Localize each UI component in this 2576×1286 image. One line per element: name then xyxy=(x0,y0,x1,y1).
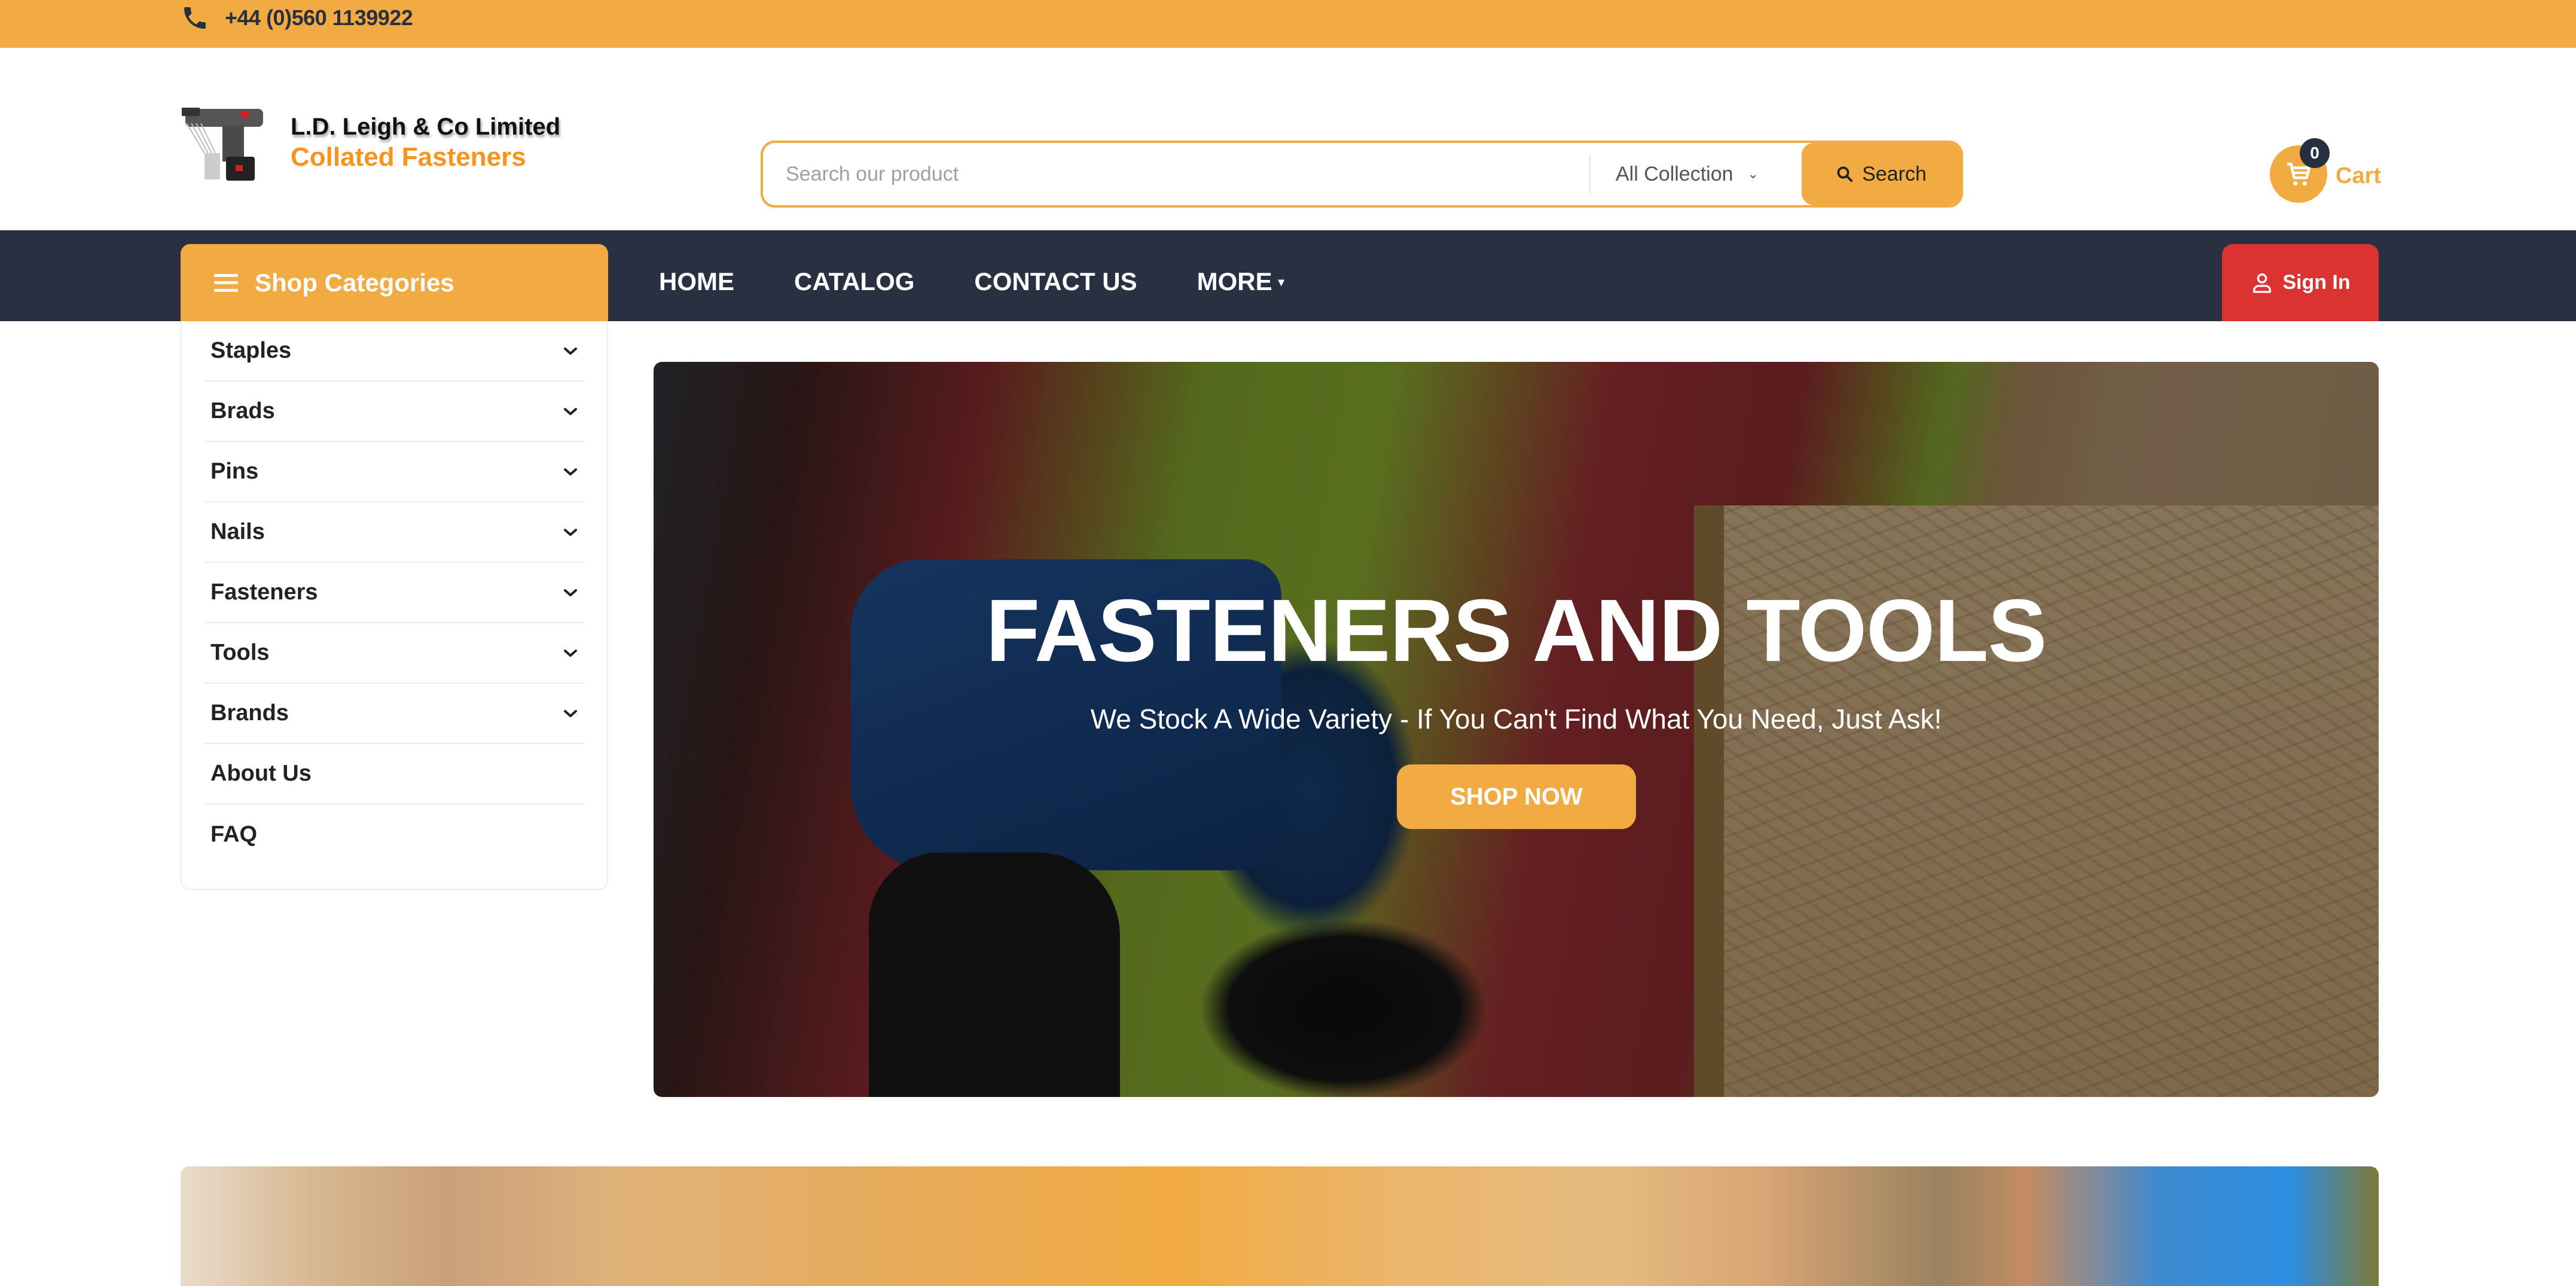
nail-gun-logo-icon xyxy=(182,108,263,181)
collection-select-value: All Collection xyxy=(1616,162,1733,185)
cart-label: Cart xyxy=(2336,163,2382,188)
sidebar-item-tools[interactable]: Tools xyxy=(205,623,584,684)
search-bar: All Collection ⌄ Search xyxy=(761,141,1963,208)
logo-company-name: L.D. Leigh & Co Limited xyxy=(291,114,561,140)
nav-catalog-label: CATALOG xyxy=(794,267,915,295)
sidebar-item-faq[interactable]: FAQ xyxy=(205,804,584,865)
chevron-down-icon xyxy=(564,649,577,657)
nav-links: HOME CATALOG CONTACT US MORE ▾ xyxy=(659,230,1284,321)
phone-contact[interactable]: +44 (0)560 1139922 xyxy=(181,4,413,32)
hero-content: FASTENERS AND TOOLS We Stock A Wide Vari… xyxy=(654,362,2379,1097)
sidebar-item-label: Nails xyxy=(210,519,265,544)
hero-banner: FASTENERS AND TOOLS We Stock A Wide Vari… xyxy=(654,362,2379,1097)
top-bar: +44 (0)560 1139922 xyxy=(0,0,2576,48)
chevron-down-icon xyxy=(564,468,577,476)
sidebar-item-staples[interactable]: Staples xyxy=(205,321,584,382)
chevron-down-icon: ⌄ xyxy=(1747,166,1759,181)
sidebar-item-nails[interactable]: Nails xyxy=(205,502,584,563)
chevron-down-icon xyxy=(564,347,577,355)
nav-catalog[interactable]: CATALOG xyxy=(794,267,914,296)
shop-categories-button[interactable]: Shop Categories xyxy=(181,244,608,321)
sidebar-item-label: FAQ xyxy=(210,822,258,847)
sidebar-item-label: Fasteners xyxy=(210,580,318,605)
chevron-down-icon xyxy=(564,589,577,596)
sidebar-item-label: Staples xyxy=(210,338,292,363)
nav-more-label: MORE xyxy=(1197,267,1272,295)
sidebar-item-label: Pins xyxy=(210,459,259,484)
sidebar-item-brands[interactable]: Brands xyxy=(205,684,584,744)
nav-contact-us-label: CONTACT US xyxy=(974,267,1137,295)
sidebar-item-label: Brands xyxy=(210,700,289,726)
hamburger-icon xyxy=(214,273,238,292)
phone-icon xyxy=(184,7,206,29)
user-icon xyxy=(2253,273,2272,293)
search-button[interactable]: Search xyxy=(1802,143,1961,205)
search-divider xyxy=(1589,155,1591,193)
sidebar-item-brads[interactable]: Brads xyxy=(205,382,584,442)
sidebar-item-about-us[interactable]: About Us xyxy=(205,744,584,804)
nav-home[interactable]: HOME xyxy=(659,267,734,296)
hero-title: FASTENERS AND TOOLS xyxy=(985,581,2047,680)
category-sidebar: Staples Brads Pins Nails Fasteners Tools… xyxy=(181,321,608,890)
phone-number: +44 (0)560 1139922 xyxy=(225,5,413,30)
header: L.D. Leigh & Co Limited Collated Fastene… xyxy=(0,48,2576,230)
search-icon xyxy=(1837,166,1853,182)
sidebar-item-pins[interactable]: Pins xyxy=(205,442,584,502)
sign-in-label: Sign In xyxy=(2282,271,2351,294)
search-button-label: Search xyxy=(1862,162,1927,185)
main-navbar: Shop Categories HOME CATALOG CONTACT US … xyxy=(0,230,2576,321)
cart-icon-wrapper: 0 xyxy=(2270,138,2330,203)
shop-now-button[interactable]: SHOP NOW xyxy=(1397,764,1636,829)
sidebar-item-label: Tools xyxy=(210,640,270,665)
chevron-down-icon xyxy=(564,709,577,717)
cart-button[interactable]: 0 Cart xyxy=(2270,138,2382,203)
chevron-down-icon: ▾ xyxy=(1278,275,1284,289)
cart-count-badge: 0 xyxy=(2300,138,2330,168)
sidebar-item-label: Brads xyxy=(210,398,275,423)
chevron-down-icon xyxy=(564,407,577,415)
sidebar-item-label: About Us xyxy=(210,761,312,786)
logo-tagline: Collated Fasteners xyxy=(291,142,526,172)
nav-contact-us[interactable]: CONTACT US xyxy=(974,267,1137,296)
chevron-down-icon xyxy=(564,528,577,536)
promo-banner xyxy=(181,1166,2379,1286)
sidebar-item-fasteners[interactable]: Fasteners xyxy=(205,563,584,623)
logo[interactable]: L.D. Leigh & Co Limited Collated Fastene… xyxy=(181,105,587,183)
collection-select[interactable]: All Collection ⌄ xyxy=(1616,143,1759,205)
search-input[interactable] xyxy=(763,143,1588,205)
nav-more[interactable]: MORE ▾ xyxy=(1197,267,1284,296)
sign-in-button[interactable]: Sign In xyxy=(2222,244,2379,321)
hero-subtitle: We Stock A Wide Variety - If You Can't F… xyxy=(1090,703,1942,735)
nav-home-label: HOME xyxy=(659,267,734,295)
shop-categories-label: Shop Categories xyxy=(255,268,454,297)
